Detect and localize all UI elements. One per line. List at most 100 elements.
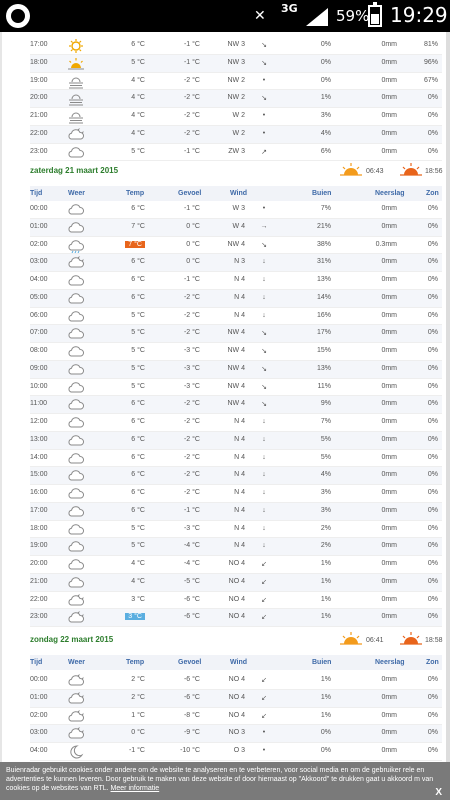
row-precipitation: 0mm xyxy=(381,453,397,461)
col-neerslag: Neerslag xyxy=(375,190,405,197)
row-feel: -8 °C xyxy=(183,711,200,719)
row-time: 04:00 xyxy=(30,747,48,754)
row-feel: -2 °C xyxy=(183,400,200,408)
row-feel: -3 °C xyxy=(183,382,200,390)
row-precipitation: 0mm xyxy=(381,94,397,102)
row-temp: 5 °C xyxy=(131,524,145,532)
forecast-row: 03:00 6 °C 0 °C N 3 ↓ 31% 0mm 0% xyxy=(30,254,442,272)
row-rain-chance: 5% xyxy=(320,435,331,443)
row-rain-chance: 31% xyxy=(316,258,331,266)
row-rain-chance: 0% xyxy=(320,747,331,754)
forecast-row: 22:00 3 °C -6 °C NO 4 ↙ 1% 0mm 0% xyxy=(30,592,442,610)
weather-cloudmoon-icon xyxy=(67,727,85,739)
row-wind: NW 4 xyxy=(227,240,246,248)
row-feel: -1 °C xyxy=(183,58,200,66)
row-precipitation: 0mm xyxy=(381,400,397,408)
row-wind: N 4 xyxy=(234,524,245,532)
col-buien: Buien xyxy=(312,190,332,197)
row-wind: NO 4 xyxy=(228,693,245,701)
column-header-saturday: Tijd Weer Temp Gevoel Wind Buien Neersla… xyxy=(30,186,442,201)
row-precipitation: 0mm xyxy=(381,276,397,283)
clock: 19:29 xyxy=(390,3,448,27)
col-gevoel: Gevoel xyxy=(178,659,202,666)
cookie-close-button[interactable]: X xyxy=(435,788,442,798)
col-weer: Weer xyxy=(68,659,85,666)
weather-cloud-icon xyxy=(67,469,85,481)
row-wind: NW 4 xyxy=(227,400,246,408)
weather-cloud-icon xyxy=(67,398,85,410)
forecast-row: 14:00 6 °C -2 °C N 4 ↓ 5% 0mm 0% xyxy=(30,450,442,468)
row-time: 05:00 xyxy=(30,293,48,301)
weather-cloud-icon xyxy=(67,416,85,428)
forecast-row: 15:00 6 °C -2 °C N 4 ↓ 4% 0mm 0% xyxy=(30,467,442,485)
weather-cloudmoon-icon xyxy=(67,674,85,686)
row-precipitation: 0mm xyxy=(381,729,397,737)
row-precipitation: 0mm xyxy=(381,693,397,701)
wind-direction-icon: ↓ xyxy=(262,542,266,550)
cookie-more-info-link[interactable]: Meer informatie xyxy=(111,785,160,792)
row-sunshine: 0% xyxy=(427,453,438,461)
wind-direction-icon: ↙ xyxy=(261,596,267,604)
wind-direction-icon: ↘ xyxy=(261,241,267,249)
row-precipitation: 0mm xyxy=(381,435,397,443)
col-zon: Zon xyxy=(426,659,439,666)
row-wind: NO 4 xyxy=(228,560,245,567)
wind-direction-icon: ↓ xyxy=(262,293,266,301)
row-time: 01:00 xyxy=(30,222,48,230)
row-temp: 5 °C xyxy=(131,329,145,337)
row-time: 19:00 xyxy=(30,76,48,84)
row-time: 20:00 xyxy=(30,560,48,567)
row-temp: 6 °C xyxy=(131,205,145,212)
weather-cloud-icon xyxy=(67,345,85,357)
page-scrollbar[interactable] xyxy=(446,32,450,762)
row-wind: NO 4 xyxy=(228,676,245,683)
row-rain-chance: 0% xyxy=(320,41,331,48)
row-rain-chance: 1% xyxy=(320,693,331,701)
weather-sunset-icon xyxy=(67,57,85,70)
row-precipitation: 0mm xyxy=(381,76,397,84)
row-wind: N 4 xyxy=(234,453,245,461)
row-sunshine: 0% xyxy=(427,524,438,532)
col-weer: Weer xyxy=(68,190,85,197)
row-sunshine: 0% xyxy=(427,112,438,119)
row-sunshine: 0% xyxy=(427,147,438,155)
row-wind: N 4 xyxy=(234,435,245,443)
forecast-table-sunday: 00:00 2 °C -6 °C NO 4 ↙ 1% 0mm 0% 01:00 2 °C -6 °C… xyxy=(30,672,442,761)
weather-cloud-icon xyxy=(67,274,85,286)
row-wind: NW 4 xyxy=(227,347,246,354)
weather-cloud-icon xyxy=(67,363,85,375)
row-precipitation: 0mm xyxy=(381,560,397,567)
row-precipitation: 0mm xyxy=(381,747,397,754)
weather-cloudmoon-icon xyxy=(67,709,85,722)
row-rain-chance: 7% xyxy=(320,418,331,425)
row-time: 02:00 xyxy=(30,711,48,719)
forecast-table-saturday: 00:00 6 °C -1 °C W 3 • 7% 0mm 0% 01:00 7 °C 0 °C W … xyxy=(30,201,442,627)
wind-direction-icon: ↓ xyxy=(262,435,266,443)
row-temp: 5 °C xyxy=(131,58,145,66)
forecast-row: 09:00 5 °C -3 °C NW 4 ↘ 13% 0mm 0% xyxy=(30,360,442,379)
row-feel: -2 °C xyxy=(183,435,200,443)
row-sunshine: 0% xyxy=(427,435,438,443)
row-sunshine: 0% xyxy=(427,676,438,683)
col-tijd: Tijd xyxy=(30,190,43,197)
weather-cloudmoon-icon xyxy=(67,691,85,704)
forecast-row: 03:00 0 °C -9 °C NO 3 • 0% 0mm 0% xyxy=(30,725,442,743)
wind-direction-icon: • xyxy=(262,76,266,84)
col-buien: Buien xyxy=(312,659,332,666)
wind-direction-icon: ↙ xyxy=(261,694,267,702)
wind-direction-icon: ↓ xyxy=(262,471,266,479)
row-rain-chance: 1% xyxy=(320,94,331,102)
row-sunshine: 81% xyxy=(423,41,438,48)
weather-moon-icon xyxy=(67,745,85,759)
row-temp: 6 °C xyxy=(131,400,145,408)
row-time: 19:00 xyxy=(30,542,48,550)
row-temp: 4 °C xyxy=(131,129,145,137)
row-precipitation: 0mm xyxy=(381,676,397,683)
row-time: 12:00 xyxy=(30,418,48,425)
row-time: 21:00 xyxy=(30,112,48,119)
row-feel: -6 °C xyxy=(183,613,200,621)
forecast-row: 17:00 6 °C -1 °C NW 3 ↘ 0% 0mm 81% xyxy=(30,37,442,55)
row-feel: -2 °C xyxy=(183,293,200,301)
wind-direction-icon: ↙ xyxy=(261,578,267,586)
row-precipitation: 0mm xyxy=(381,258,397,266)
